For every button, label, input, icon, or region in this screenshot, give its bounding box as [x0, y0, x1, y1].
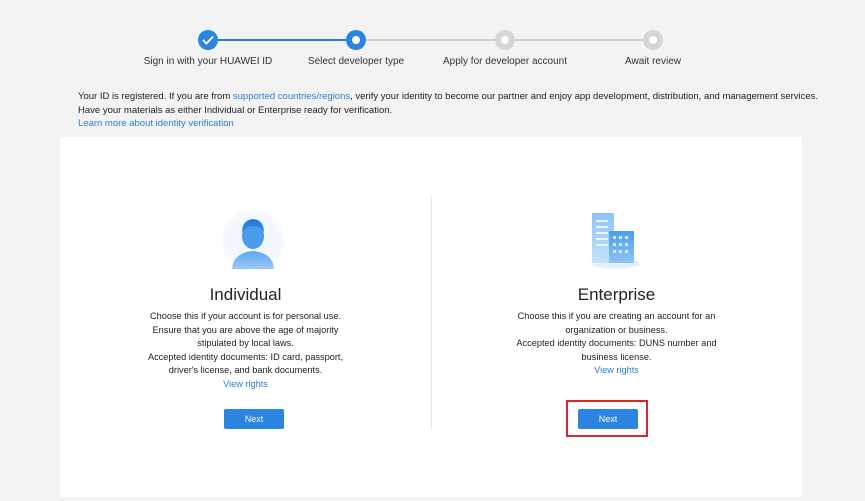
step-1-label: Sign in with your HUAWEI ID — [143, 56, 273, 67]
building-icon — [579, 211, 649, 273]
info-line-1-suffix: , verify your identity to become our par… — [350, 91, 819, 102]
individual-view-rights-link[interactable]: View rights — [60, 378, 431, 392]
individual-description: Choose this if your account is for perso… — [60, 310, 431, 392]
step-3-label: Apply for developer account — [443, 56, 567, 67]
individual-desc-line: stipulated by local laws. — [197, 338, 294, 349]
enterprise-desc-line: Accepted identity documents: DUNS number… — [516, 338, 717, 349]
step-1-check-icon — [198, 30, 218, 50]
individual-desc-line: Choose this if your account is for perso… — [150, 311, 341, 321]
enterprise-view-rights-link[interactable]: View rights — [431, 364, 802, 378]
individual-desc-line: Ensure that you are above the age of maj… — [152, 324, 339, 335]
step-3-indicator — [495, 30, 515, 50]
step-connector-2 — [366, 39, 496, 41]
enterprise-desc-line: Choose this if you are creating an accou… — [517, 311, 716, 321]
step-4-label: Await review — [625, 56, 681, 67]
individual-title: Individual — [209, 285, 282, 304]
learn-more-link[interactable]: Learn more about identity verification — [78, 118, 234, 129]
progress-stepper: Sign in with your HUAWEI ID Select devel… — [0, 0, 865, 80]
individual-desc-line: driver's license, and bank documents. — [168, 365, 323, 376]
verification-info: Your ID is registered. If you are from s… — [78, 90, 818, 131]
individual-desc-line: Accepted identity documents: ID card, pa… — [147, 351, 344, 362]
step-2-indicator — [346, 30, 366, 50]
enterprise-title: Enterprise — [577, 285, 656, 304]
supported-regions-link[interactable]: supported countries/regions — [233, 91, 350, 102]
step-2-label: Select developer type — [307, 56, 405, 67]
step-connector-1 — [218, 39, 348, 41]
step-connector-3 — [514, 39, 644, 41]
enterprise-desc-line: business license. — [581, 351, 652, 362]
enterprise-next-button[interactable]: Next — [578, 409, 638, 429]
info-line-2: Have your materials as either Individual… — [78, 104, 393, 116]
step-4-indicator — [643, 30, 663, 50]
developer-type-card: Individual Choose this if your account i… — [60, 137, 802, 497]
enterprise-desc-line: organization or business. — [565, 324, 668, 335]
info-line-1: Your ID is registered. If you are from s… — [78, 90, 818, 104]
individual-next-button[interactable]: Next — [224, 409, 284, 429]
person-icon — [220, 210, 290, 273]
enterprise-description: Choose this if you are creating an accou… — [431, 310, 802, 378]
info-line-1-prefix: Your ID is registered. If you are from — [78, 91, 233, 102]
